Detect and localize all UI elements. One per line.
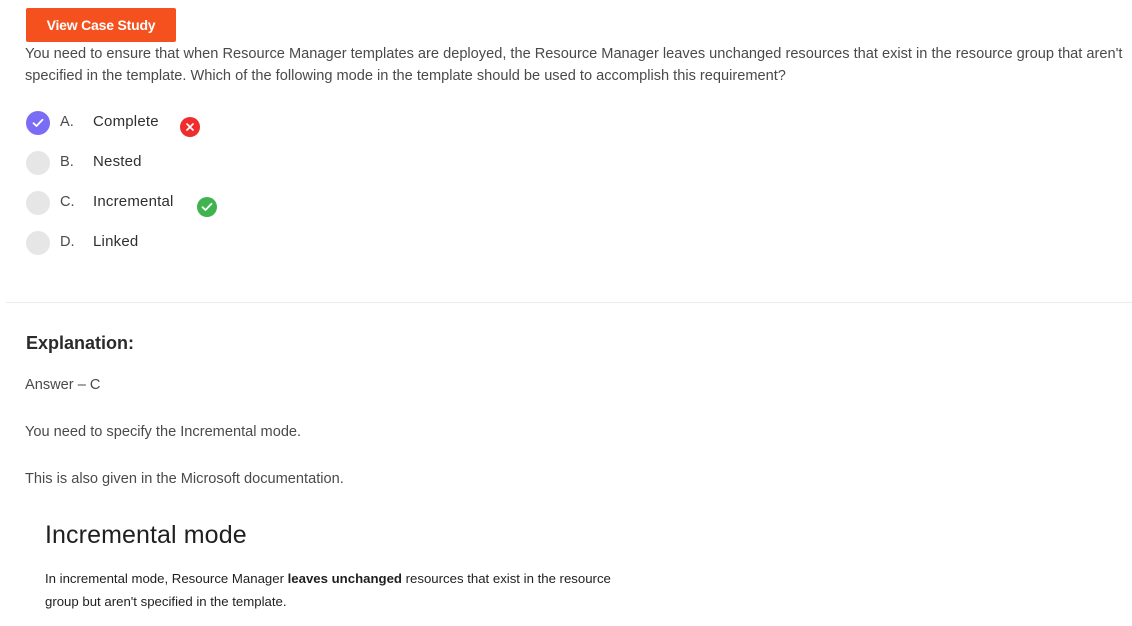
view-case-study-button[interactable]: View Case Study xyxy=(26,8,176,42)
doc-excerpt-text: In incremental mode, Resource Manager le… xyxy=(45,567,615,613)
option-a-label: Complete xyxy=(93,113,159,130)
option-c[interactable]: C. Incremental xyxy=(26,191,217,217)
option-a-letter: A. xyxy=(60,114,74,130)
doc-text-before: In incremental mode, Resource Manager xyxy=(45,571,288,586)
option-b-letter: B. xyxy=(60,154,74,170)
section-divider xyxy=(6,302,1132,303)
answer-text: Answer – C xyxy=(25,377,101,393)
doc-excerpt-heading: Incremental mode xyxy=(45,521,247,549)
option-b[interactable]: B. Nested xyxy=(26,151,142,175)
explanation-heading: Explanation: xyxy=(26,333,135,353)
check-circle-icon xyxy=(197,197,217,217)
option-c-letter: C. xyxy=(60,194,75,210)
option-a-radio[interactable] xyxy=(26,111,50,135)
option-d-radio[interactable] xyxy=(26,231,50,255)
x-circle-icon xyxy=(180,117,200,137)
explanation-line-1: You need to specify the Incremental mode… xyxy=(25,424,302,440)
option-a[interactable]: A. Complete xyxy=(26,111,200,137)
option-c-radio[interactable] xyxy=(26,191,50,215)
left-edge xyxy=(0,0,6,302)
option-b-label: Nested xyxy=(93,153,142,170)
option-d[interactable]: D. Linked xyxy=(26,231,138,255)
question-text: You need to ensure that when Resource Ma… xyxy=(25,46,1123,84)
check-icon xyxy=(32,118,44,127)
doc-text-bold: leaves unchanged xyxy=(287,571,402,586)
option-c-label: Incremental xyxy=(93,193,174,210)
explanation-line-2: This is also given in the Microsoft docu… xyxy=(25,471,344,487)
option-d-label: Linked xyxy=(93,233,139,250)
option-d-letter: D. xyxy=(60,234,75,250)
option-b-radio[interactable] xyxy=(26,151,50,175)
